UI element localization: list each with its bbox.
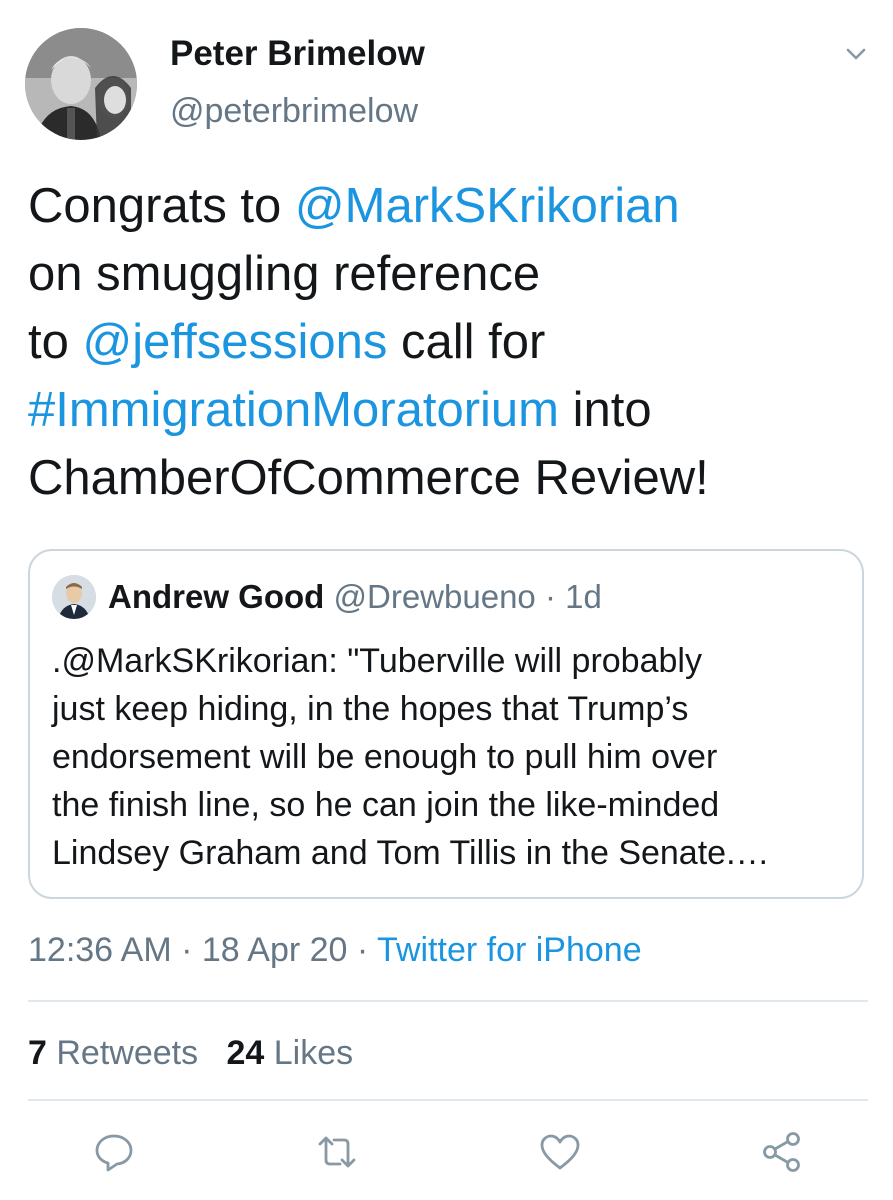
mention-link[interactable]: @MarkSKrikorian <box>295 179 680 233</box>
tweet-text: Congrats to @MarkSKrikorian on smuggling … <box>28 172 868 512</box>
quoted-header: Andrew Good @Drewbueno · 1d <box>108 577 602 617</box>
quoted-time: 1d <box>565 578 602 615</box>
tweet-text-segment: ChamberOfCommerce Review! <box>28 451 709 505</box>
tweet-text-line: ChamberOfCommerce Review! <box>28 444 868 512</box>
meta-separator: · <box>347 931 378 969</box>
tweet-text-line: Congrats to @MarkSKrikorian <box>28 172 868 240</box>
quoted-text-line: Lindsey Graham and Tom Tillis in the Sen… <box>52 834 770 872</box>
retweet-icon <box>318 1136 356 1168</box>
reply-button[interactable] <box>92 1130 136 1174</box>
quoted-author-handle: @Drewbueno <box>333 578 536 615</box>
tweet-time: 12:36 AM <box>28 931 172 969</box>
quoted-text: .@MarkSKrikorian: "Tuberville will proba… <box>52 637 852 877</box>
quoted-author-avatar <box>52 575 96 619</box>
tweet-text-line: #ImmigrationMoratorium into <box>28 376 868 444</box>
retweets-count: 7 <box>28 1034 47 1072</box>
share-icon <box>763 1132 800 1172</box>
tweet-stats: 7 Retweets 24 Likes <box>28 1031 353 1075</box>
tweet-source-link[interactable]: Twitter for iPhone <box>377 931 642 969</box>
tweet-text-segment: Congrats to <box>28 179 295 233</box>
chevron-down-icon[interactable] <box>838 36 874 72</box>
reply-icon <box>95 1134 133 1172</box>
tweet-text-segment: on smuggling reference <box>28 247 541 301</box>
tweet-meta: 12:36 AM · 18 Apr 20 · Twitter for iPhon… <box>28 928 642 972</box>
author-name[interactable]: Peter Brimelow <box>170 34 425 74</box>
mention-link[interactable]: @jeffsessions <box>82 315 387 369</box>
divider <box>28 1000 868 1002</box>
likes-count: 24 <box>226 1034 265 1072</box>
share-button[interactable] <box>760 1130 804 1174</box>
tweet-text-segment: into <box>559 383 652 437</box>
author-handle[interactable]: @peterbrimelow <box>170 92 418 131</box>
tweet-date: 18 Apr 20 <box>201 931 348 969</box>
like-button[interactable] <box>538 1130 582 1174</box>
tweet-text-line: to @jeffsessions call for <box>28 308 868 376</box>
likes-stat[interactable]: 24 Likes <box>226 1034 353 1072</box>
tweet-text-segment: to <box>28 315 83 369</box>
tweet-text-segment: call for <box>387 315 546 369</box>
like-icon <box>540 1134 580 1170</box>
quoted-tweet[interactable]: Andrew Good @Drewbueno · 1d .@MarkSKriko… <box>28 549 864 899</box>
author-avatar[interactable] <box>25 28 137 140</box>
meta-separator: · <box>171 931 202 969</box>
retweet-button[interactable] <box>315 1130 359 1174</box>
hashtag-link[interactable]: #ImmigrationMoratorium <box>28 383 559 437</box>
quoted-author-name: Andrew Good <box>108 578 325 615</box>
quoted-text-line: .@MarkSKrikorian: "Tuberville will proba… <box>52 642 702 680</box>
divider <box>28 1099 868 1101</box>
quoted-text-line: the finish line, so he can join the like… <box>52 786 720 824</box>
tweet-text-line: on smuggling reference <box>28 240 868 308</box>
quoted-text-line: endorsement will be enough to pull him o… <box>52 738 718 776</box>
retweets-stat[interactable]: 7 Retweets <box>28 1034 198 1072</box>
quoted-separator: · <box>535 578 566 615</box>
likes-label: Likes <box>273 1034 354 1072</box>
retweets-label: Retweets <box>56 1034 199 1072</box>
quoted-text-line: just keep hiding, in the hopes that Trum… <box>52 690 689 728</box>
